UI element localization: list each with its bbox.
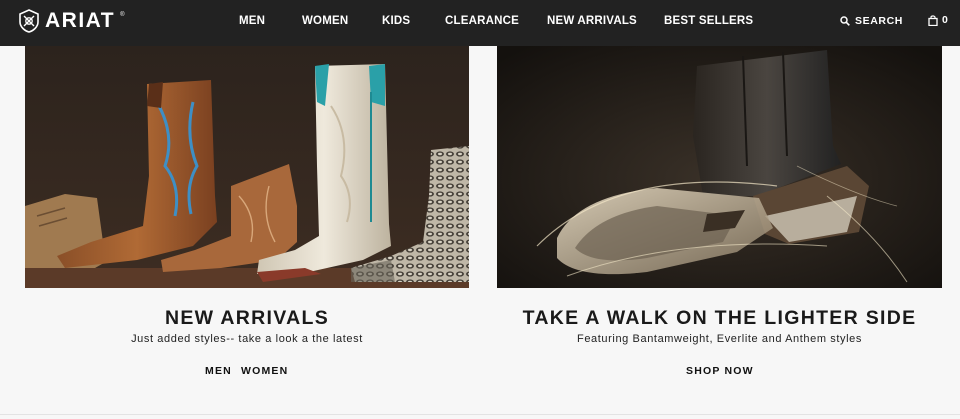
boot-sole-illustration xyxy=(497,46,942,288)
nav-new-arrivals[interactable]: NEW ARRIVALS xyxy=(547,15,637,27)
main-nav: MEN WOMEN KIDS CLEARANCE NEW ARRIVALS BE… xyxy=(0,0,960,46)
lighter-side-image[interactable] xyxy=(497,46,942,288)
shop-now-link[interactable]: SHOP NOW xyxy=(686,365,754,377)
search-button[interactable]: SEARCH xyxy=(840,15,903,27)
nav-clearance[interactable]: CLEARANCE xyxy=(445,15,519,27)
boots-lineup-illustration xyxy=(25,46,469,288)
new-arrivals-subtitle: Just added styles-- take a look a the la… xyxy=(131,333,363,345)
shop-men-link[interactable]: MEN xyxy=(205,365,232,377)
new-arrivals-image[interactable] xyxy=(25,46,469,288)
lighter-side-title: TAKE A WALK ON THE LIGHTER SIDE xyxy=(522,307,917,329)
search-icon xyxy=(840,16,850,26)
nav-kids[interactable]: KIDS xyxy=(382,15,410,27)
nav-women[interactable]: WOMEN xyxy=(302,15,348,27)
lighter-side-subtitle: Featuring Bantamweight, Everlite and Ant… xyxy=(577,333,862,345)
site-header: ARIAT ® MEN WOMEN KIDS CLEARANCE NEW ARR… xyxy=(0,0,960,46)
nav-best-sellers[interactable]: BEST SELLERS xyxy=(664,15,753,27)
cart-button[interactable]: 0 xyxy=(928,14,948,26)
cart-count: 0 xyxy=(942,14,948,26)
nav-men[interactable]: MEN xyxy=(239,15,265,27)
section-divider xyxy=(0,414,960,415)
new-arrivals-title: NEW ARRIVALS xyxy=(164,307,329,329)
shop-women-link[interactable]: WOMEN xyxy=(241,365,288,377)
search-label: SEARCH xyxy=(855,15,903,27)
shopping-bag-icon xyxy=(928,14,938,26)
